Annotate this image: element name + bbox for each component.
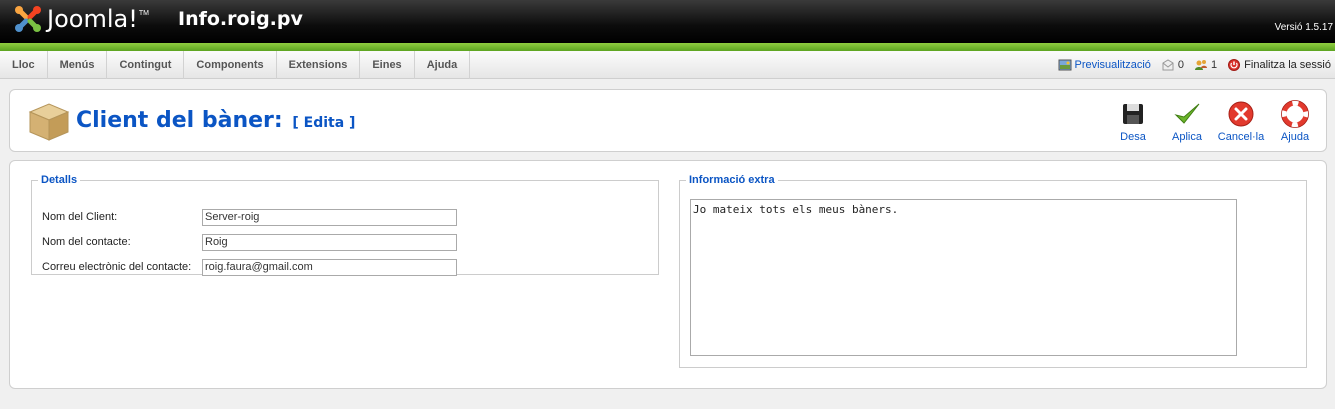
header-bar: Joomla! TM Info.roig.pv Versió 1.5.17 (0, 0, 1335, 43)
preview-link[interactable]: Previsualització (1058, 58, 1151, 72)
menu-bar: Lloc Menús Contingut Components Extensio… (0, 51, 1335, 79)
help-button[interactable]: Ajuda (1270, 98, 1320, 143)
users-count-value: 1 (1211, 59, 1218, 71)
apply-icon (1173, 100, 1201, 128)
joomla-logo-text: Joomla! (47, 5, 138, 33)
logout-icon (1227, 58, 1241, 72)
menu-item-components[interactable]: Components (184, 51, 277, 79)
main-menu: Lloc Menús Contingut Components Extensio… (0, 51, 471, 79)
cancel-icon (1227, 100, 1255, 128)
logout-link[interactable]: Finalitza la sessió (1227, 58, 1331, 72)
messages-count[interactable]: 0 (1161, 58, 1184, 72)
save-icon (1119, 100, 1147, 128)
contact-name-label: Nom del contacte: (42, 236, 131, 248)
contact-name-input[interactable] (202, 233, 457, 251)
details-legend: Detalls (41, 174, 78, 186)
site-name: Info.roig.pv (178, 8, 303, 30)
menu-item-site[interactable]: Lloc (0, 51, 48, 79)
client-name-row: Nom del Client: (42, 208, 457, 226)
status-area: Previsualització 0 1 Finalitza la sessió (1048, 51, 1331, 79)
extra-info-legend: Informació extra (689, 174, 775, 186)
menu-item-help[interactable]: Ajuda (415, 51, 471, 79)
save-button[interactable]: Desa (1108, 98, 1158, 143)
joomla-logo: Joomla! TM (13, 3, 149, 35)
help-icon (1281, 100, 1309, 128)
users-icon (1194, 58, 1208, 72)
save-label: Desa (1120, 131, 1146, 143)
details-fieldset: Detalls Nom del Client: Nom del contacte… (31, 174, 659, 276)
version-label: Versió 1.5.17 (1274, 22, 1333, 33)
apply-button[interactable]: Aplica (1162, 98, 1212, 143)
content-box: Detalls Nom del Client: Nom del contacte… (9, 160, 1327, 389)
extra-info-textarea[interactable]: Jo mateix tots els meus bàners. (690, 199, 1237, 356)
apply-label: Aplica (1172, 131, 1202, 143)
page-subtitle: [ Edita ] (292, 115, 356, 131)
contact-email-input[interactable] (202, 258, 457, 276)
mail-icon (1161, 58, 1175, 72)
menu-item-content[interactable]: Contingut (107, 51, 185, 79)
box-icon (26, 98, 72, 144)
page-title: Client del bàner: [ Edita ] (76, 108, 355, 133)
page-title-text: Client del bàner: (76, 108, 283, 133)
toolbar-buttons: Desa Aplica Cancel·la Ajuda (1104, 98, 1320, 143)
messages-count-value: 0 (1177, 59, 1185, 71)
trademark: TM (138, 9, 149, 17)
cancel-button[interactable]: Cancel·la (1216, 98, 1266, 143)
menu-item-extensions[interactable]: Extensions (277, 51, 361, 79)
client-name-input[interactable] (202, 208, 457, 226)
users-count[interactable]: 1 (1194, 58, 1217, 72)
contact-name-row: Nom del contacte: (42, 233, 457, 251)
menu-item-menus[interactable]: Menús (48, 51, 108, 79)
logout-label: Finalitza la sessió (1244, 59, 1331, 71)
client-name-label: Nom del Client: (42, 211, 118, 223)
menu-item-tools[interactable]: Eines (360, 51, 415, 79)
preview-icon (1058, 58, 1072, 72)
cancel-label: Cancel·la (1217, 131, 1265, 143)
help-label: Ajuda (1280, 131, 1310, 143)
toolbar-box: Client del bàner: [ Edita ] Desa Aplica … (9, 89, 1327, 152)
contact-email-label: Correu electrònic del contacte: (42, 261, 192, 273)
contact-email-row: Correu electrònic del contacte: (42, 258, 457, 276)
header-accent-bar (0, 43, 1335, 51)
joomla-logo-icon (13, 4, 43, 34)
preview-label[interactable]: Previsualització (1075, 59, 1151, 71)
